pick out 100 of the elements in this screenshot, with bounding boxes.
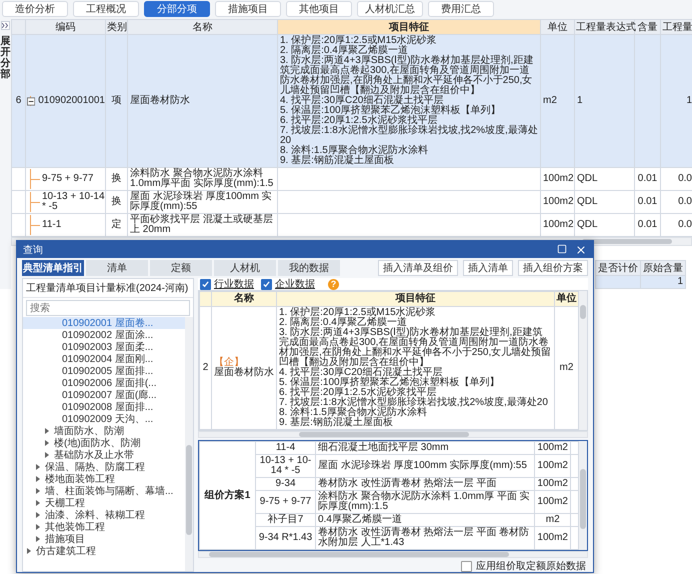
expand-arrow-icon[interactable] xyxy=(34,499,42,507)
feature-line: 7. 找坡层:1:8水泥憎水型膨胀珍珠岩找坡,找2%坡度,最薄处20 xyxy=(279,398,549,408)
checkbox[interactable] xyxy=(461,560,472,572)
scrollbar[interactable] xyxy=(198,431,588,438)
expand-arrow-icon[interactable] xyxy=(34,475,42,483)
tree-item[interactable]: 仿古建筑工程 xyxy=(36,544,96,558)
item-name: 屋面卷材防水 xyxy=(214,368,274,378)
tree-item[interactable]: 其他装饰工程 xyxy=(45,520,105,534)
tree-item[interactable]: 010902009 天沟、... xyxy=(62,412,154,426)
expand-arrow-icon[interactable] xyxy=(43,427,51,435)
tab[interactable]: 措施项目 xyxy=(215,1,281,17)
option-label[interactable]: 应用组价取定额原始数据 xyxy=(476,559,586,573)
feature-line: 9. 基层:钢筋混凝土屋面板 xyxy=(279,418,394,428)
column-header: 是否计价 xyxy=(596,260,640,276)
scrollbar[interactable] xyxy=(579,441,587,550)
collapse-icon[interactable] xyxy=(27,96,36,106)
tree-item[interactable]: 010902007 屋面(廊... xyxy=(62,388,156,402)
tab[interactable]: 造价分析 xyxy=(2,1,68,17)
tree-item[interactable]: 墙面防水、防潮 xyxy=(54,424,124,438)
table-cell: 换 xyxy=(106,168,128,190)
scrollbar[interactable] xyxy=(198,551,588,558)
expand-arrow-icon[interactable] xyxy=(43,451,51,459)
tree-item[interactable]: 010902004 屋面刚... xyxy=(62,352,154,366)
tree-item[interactable]: 天棚工程 xyxy=(45,496,85,510)
tab[interactable]: 人材机汇总 xyxy=(357,1,423,17)
table-cell: QDL xyxy=(574,214,634,236)
tree-item[interactable]: 楼地面装饰工程 xyxy=(45,472,115,486)
expand-arrow-icon[interactable] xyxy=(34,535,42,543)
filter-label[interactable]: 行业数据 xyxy=(214,277,254,291)
column-header: 编码 xyxy=(26,20,106,34)
search-field[interactable]: 搜索 xyxy=(26,300,190,316)
tab[interactable]: 典型清单指引 xyxy=(22,260,84,276)
tree-item[interactable]: 010902008 屋面排... xyxy=(62,400,154,414)
table-cell: 平面砂浆找平层 混凝土或硬基层上 20mm xyxy=(128,214,278,236)
tab[interactable]: 工程概况 xyxy=(73,1,139,17)
expand-arrow-icon[interactable] xyxy=(25,547,33,555)
feature-line: 8. 涂料:1.5厚聚合物水泥防水涂料 xyxy=(280,146,429,156)
tree-item[interactable]: 楼(地)面防水、防潮 xyxy=(54,436,141,450)
insert-button[interactable]: 插入组价方案 xyxy=(518,260,588,276)
tab[interactable]: 分部分项 xyxy=(144,1,210,17)
column-header: 名称 xyxy=(212,292,276,306)
insert-button[interactable]: 插入清单 xyxy=(463,260,513,276)
expand-arrow-icon[interactable] xyxy=(43,439,51,447)
table-cell: 屋面 水泥珍珠岩 厚度100mm 实际厚度(mm):55 xyxy=(128,190,278,214)
table-cell: 100m2 xyxy=(534,442,570,454)
tab[interactable]: 我的数据 xyxy=(278,260,340,276)
plan-name: 组价方案1 xyxy=(200,442,256,550)
tree-item[interactable]: 保温、隔热、防腐工程 xyxy=(45,460,145,474)
table-cell: 1 xyxy=(574,34,634,168)
table-cell: 屋面 水泥珍珠岩 厚度100mm 实际厚度(mm):55 xyxy=(316,454,535,478)
feature-line: 3. 防水层:两道4+3厚SBS(Ⅰ型)防水卷材加基层处理剂,距建筑完成面最高点卷起300,在屋面转角及管道周围附加一道防水卷材加强层,在阴角处上翻和水平延伸各不小于250,女儿墙处预留凹槽【翻边及附加层含在组价中】 xyxy=(280,56,534,96)
table-cell: 1 xyxy=(640,276,686,288)
feature-line: 2. 隔离层:0.4厚聚乙烯膜一道 xyxy=(279,318,407,328)
tab[interactable]: 定额 xyxy=(150,260,212,276)
maximize-button[interactable] xyxy=(557,244,567,256)
table-cell: 细石混凝土地面找平层 30mm xyxy=(316,442,535,454)
scrollbar[interactable] xyxy=(185,317,193,571)
tree-item[interactable]: 010902006 屋面排(... xyxy=(62,376,156,390)
table-cell: QDL xyxy=(574,168,634,190)
table-cell: 0.01 xyxy=(634,214,660,236)
checkbox[interactable] xyxy=(261,278,272,290)
column-header: 工程量 xyxy=(660,20,692,34)
close-button[interactable] xyxy=(575,244,587,256)
tree-item[interactable]: 措施项目 xyxy=(45,532,85,546)
feature-line: 6. 找平层:20厚1:2.5水泥砂浆找平层 xyxy=(280,116,438,126)
insert-button[interactable]: 插入清单及组价 xyxy=(378,260,458,276)
tab[interactable]: 人材机 xyxy=(214,260,276,276)
item-code: 11-1 xyxy=(42,220,62,230)
tree-item[interactable]: 墙、柱面装饰与隔断、幕墙... xyxy=(45,484,174,498)
panel-label[interactable]: 展开分部 xyxy=(0,36,10,80)
expand-arrow-icon[interactable] xyxy=(34,511,42,519)
tab[interactable]: 其他项目 xyxy=(286,1,352,17)
table-cell: 卷材防水 改性沥青卷材 热熔法一层 平面 卷材防水附加层 人工*1.43 xyxy=(316,526,535,550)
expand-panel-button[interactable] xyxy=(1,21,10,30)
tab[interactable]: 清单 xyxy=(86,260,148,276)
table-cell: m2 xyxy=(534,514,570,526)
checkbox[interactable] xyxy=(200,278,211,290)
table-cell: 0.01 xyxy=(634,190,660,214)
column-header: 项目特征 xyxy=(276,292,554,306)
item-code: 9-75 + 9-77 xyxy=(42,174,94,184)
filter-label[interactable]: 企业数据 xyxy=(275,277,315,291)
feature-line: 8. 涂料:1.5厚聚合物水泥防水涂料 xyxy=(279,408,428,418)
table-cell: 100m2 xyxy=(534,454,570,478)
item-code: 10-13 + 10-14 * -5 xyxy=(42,192,105,212)
column-header: 单位 xyxy=(554,292,578,306)
tree-item[interactable]: 油漆、涂料、裱糊工程 xyxy=(45,508,145,522)
scrollbar[interactable] xyxy=(579,291,587,430)
table-cell: 涂料防水 聚合物水泥防水涂料 1.0mm厚 平面 实际厚度(mm):1.5 xyxy=(316,490,535,514)
feature-line: 3. 防水层:两道4+3厚SBS(Ⅰ型)防水卷材加基层处理剂,距建筑完成面最高点卷起300,在屋面转角及管道周围附加一道防水卷材加强层,在阴角处上翻和水平延伸各不小于250,女儿墙处预留凹槽【翻边及附加层含在组价中】 xyxy=(279,328,552,368)
tree-item[interactable]: 010902003 屋面柔... xyxy=(62,340,154,354)
column-header: 单位 xyxy=(540,20,574,34)
tab[interactable]: 费用汇总 xyxy=(428,1,494,17)
tree-item[interactable]: 010902002 屋面涂... xyxy=(62,328,154,342)
feature-line: 9. 基层:钢筋混凝土屋面板 xyxy=(280,156,395,166)
expand-arrow-icon[interactable] xyxy=(34,523,42,531)
expand-arrow-icon[interactable] xyxy=(34,487,42,495)
expand-arrow-icon[interactable] xyxy=(34,463,42,471)
tree-item[interactable]: 基础防水及止水带 xyxy=(54,448,134,462)
feature-line: 4. 找平层:30厚C20细石混凝土找平层 xyxy=(279,368,442,378)
tree-item[interactable]: 010902005 屋面排... xyxy=(62,364,154,378)
